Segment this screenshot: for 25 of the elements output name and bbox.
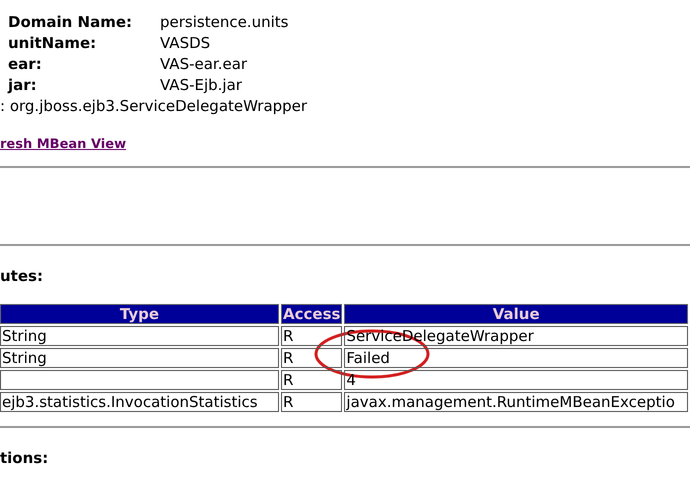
class-name-text: : org.jboss.ejb3.ServiceDelegateWrapper bbox=[0, 96, 308, 117]
column-header: Value bbox=[344, 304, 688, 324]
table-cell: 4 bbox=[344, 370, 688, 390]
property-label: unitName: bbox=[7, 33, 98, 54]
column-header: Type bbox=[0, 304, 279, 324]
table-cell: String bbox=[0, 348, 279, 368]
property-value: persistence.units bbox=[160, 12, 288, 33]
property-value: VASDS bbox=[160, 33, 210, 54]
table-cell: String bbox=[0, 326, 279, 346]
table-cell: R bbox=[281, 326, 342, 346]
property-label: ear: bbox=[7, 54, 43, 75]
table-cell: Failed bbox=[344, 348, 688, 368]
property-label: Domain Name: bbox=[7, 12, 134, 33]
table-cell: R bbox=[281, 392, 342, 412]
table-cell: ejb3.statistics.InvocationStatistics bbox=[0, 392, 279, 412]
refresh-link[interactable]: resh MBean View bbox=[0, 136, 126, 154]
table-cell: R bbox=[281, 370, 342, 390]
section-heading: utes: bbox=[0, 266, 44, 286]
property-label: jar: bbox=[6, 75, 38, 96]
table-cell: javax.management.RuntimeMBeanExceptio bbox=[344, 392, 688, 412]
section-heading: tions: bbox=[0, 448, 50, 468]
column-header: Access bbox=[281, 304, 342, 324]
property-value: VAS-Ejb.jar bbox=[160, 75, 242, 96]
table-cell: R bbox=[281, 348, 342, 368]
property-value: VAS-ear.ear bbox=[160, 54, 248, 75]
